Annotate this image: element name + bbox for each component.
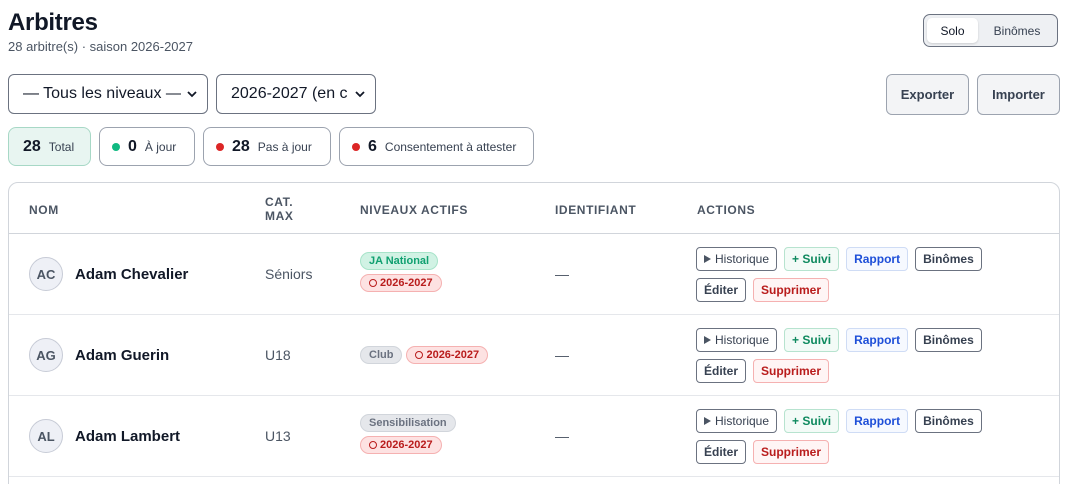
season-badge: 2026-2027	[406, 346, 489, 364]
circle-icon	[369, 279, 377, 287]
historique-button[interactable]: Historique	[696, 409, 778, 433]
stat-total[interactable]: 28 Total	[8, 127, 91, 166]
niveaux-badges: Club 2026-2027	[360, 346, 489, 364]
season-badge: 2026-2027	[360, 436, 442, 454]
table-row: AG Adam Guerin U18 Club 2026-2027 — Hist…	[9, 315, 1059, 396]
suivi-button[interactable]: + Suivi	[784, 247, 840, 271]
level-badge: JA National	[360, 252, 439, 270]
col-header-nom: NOM	[29, 203, 59, 217]
referee-name: Adam Guerin	[75, 347, 170, 364]
historique-label: Historique	[715, 252, 770, 266]
stat-a-jour-label: À jour	[144, 139, 177, 154]
play-icon	[704, 417, 711, 425]
binomes-button[interactable]: Binômes	[915, 409, 982, 433]
chevron-down-icon	[355, 91, 365, 98]
editer-button[interactable]: Éditer	[696, 440, 747, 464]
stat-a-jour-value: 0	[128, 137, 137, 155]
suivi-button[interactable]: + Suivi	[784, 328, 840, 352]
level-badge: Club	[360, 346, 403, 364]
editer-button[interactable]: Éditer	[696, 359, 747, 383]
circle-icon	[369, 441, 377, 449]
row-actions: Historique + Suivi Rapport Binômes Édite…	[696, 409, 1016, 471]
season-badge: 2026-2027	[360, 274, 442, 292]
referee-name: Adam Chevalier	[75, 266, 189, 283]
export-button[interactable]: Exporter	[886, 74, 969, 115]
cat-max: U18	[265, 347, 291, 363]
binomes-button[interactable]: Binômes	[915, 328, 982, 352]
binomes-button[interactable]: Binômes	[915, 247, 982, 271]
niveaux-select[interactable]: — Tous les niveaux —	[8, 74, 208, 114]
referee-name: Adam Lambert	[75, 428, 181, 445]
toggle-solo[interactable]: Solo	[927, 18, 978, 43]
rapport-button[interactable]: Rapport	[846, 328, 909, 352]
historique-button[interactable]: Historique	[696, 328, 778, 352]
play-icon	[704, 336, 711, 344]
status-dot-icon	[216, 142, 224, 151]
level-badge: Sensibilisation	[360, 414, 456, 432]
identifiant: —	[555, 347, 569, 363]
stat-consentement-value: 6	[368, 137, 377, 155]
saison-select-value: 2026-2027 (en c	[231, 85, 348, 102]
row-actions: Historique + Suivi Rapport Binômes Édite…	[696, 247, 1016, 309]
stat-consentement[interactable]: 6 Consentement à attester	[339, 127, 534, 166]
import-button[interactable]: Importer	[977, 74, 1060, 115]
supprimer-button[interactable]: Supprimer	[753, 440, 830, 464]
stat-a-jour[interactable]: 0 À jour	[99, 127, 195, 166]
identifiant: —	[555, 266, 569, 282]
cat-max: U13	[265, 428, 291, 444]
toggle-binomes[interactable]: Binômes	[980, 18, 1054, 43]
stat-consentement-label: Consentement à attester	[384, 139, 517, 154]
supprimer-button[interactable]: Supprimer	[753, 278, 830, 302]
identifiant: —	[555, 428, 569, 444]
row-actions: Historique + Suivi Rapport Binômes Édite…	[696, 328, 1016, 390]
stat-total-label: Total	[48, 139, 75, 154]
play-icon	[704, 255, 711, 263]
season-badge-label: 2026-2027	[380, 277, 433, 289]
view-toggle: Solo Binômes	[923, 14, 1058, 47]
saison-select[interactable]: 2026-2027 (en c	[216, 74, 376, 114]
rapport-button[interactable]: Rapport	[846, 409, 909, 433]
table-header: NOM CAT. MAX NIVEAUX ACTIFS IDENTIFIANT …	[9, 183, 1059, 234]
arbitres-table: NOM CAT. MAX NIVEAUX ACTIFS IDENTIFIANT …	[8, 182, 1060, 484]
historique-label: Historique	[715, 333, 770, 347]
historique-button[interactable]: Historique	[696, 247, 778, 271]
col-header-identifiant: IDENTIFIANT	[555, 203, 637, 217]
cat-max: Séniors	[265, 266, 313, 282]
avatar: AL	[29, 419, 63, 453]
niveaux-badges: Sensibilisation 2026-2027	[360, 414, 456, 454]
historique-label: Historique	[715, 414, 770, 428]
season-badge-label: 2026-2027	[426, 349, 480, 361]
suivi-button[interactable]: + Suivi	[784, 409, 840, 433]
avatar: AC	[29, 257, 63, 291]
status-dot-icon	[352, 142, 360, 151]
editer-button[interactable]: Éditer	[696, 278, 747, 302]
col-header-actions: ACTIONS	[697, 203, 756, 217]
circle-icon	[415, 351, 424, 359]
table-row: AC Adam Chevalier Séniors JA National 20…	[9, 234, 1059, 315]
stat-total-value: 28	[23, 137, 41, 155]
niveaux-badges: JA National 2026-2027	[360, 252, 442, 292]
col-header-niveaux: NIVEAUX ACTIFS	[360, 203, 468, 217]
status-dot-icon	[112, 142, 120, 151]
avatar: AG	[29, 338, 63, 372]
niveaux-select-value: — Tous les niveaux —	[23, 85, 181, 102]
chevron-down-icon	[187, 91, 197, 98]
stat-pas-a-jour[interactable]: 28 Pas à jour	[203, 127, 331, 166]
season-badge-label: 2026-2027	[380, 439, 433, 451]
page-title: Arbitres	[8, 9, 98, 36]
col-header-cat-max: CAT. MAX	[265, 195, 294, 223]
rapport-button[interactable]: Rapport	[846, 247, 909, 271]
page-subtitle: 28 arbitre(s) · saison 2026-2027	[8, 39, 193, 54]
stat-pas-a-jour-label: Pas à jour	[257, 139, 312, 154]
table-row: AL Adam Lambert U13 Sensibilisation 2026…	[9, 396, 1059, 477]
supprimer-button[interactable]: Supprimer	[753, 359, 830, 383]
stat-pas-a-jour-value: 28	[232, 137, 250, 155]
